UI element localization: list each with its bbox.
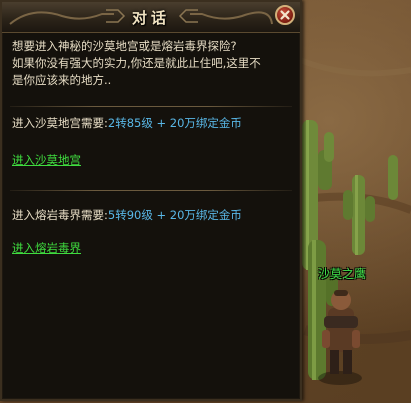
enter-sha-mo-link[interactable]: 进入沙莫地宫 <box>12 152 81 168</box>
requirement-value: 2转85级 + 20万绑定金币 <box>107 116 242 130</box>
dialog-intro: 想要进入神秘的沙莫地宫或是熔岩毒界探险? 如果你没有强大的实力,你还是就此止住吧… <box>12 38 292 89</box>
close-icon <box>280 10 290 20</box>
intro-text-line: 想要进入神秘的沙莫地宫或是熔岩毒界探险? <box>12 39 237 53</box>
npc-name-label[interactable]: 沙莫之鹰 <box>318 265 366 282</box>
cactus-icon <box>388 155 398 200</box>
dialog-title: 对话 <box>131 9 170 27</box>
dialog-title-bar[interactable]: 对话 <box>2 2 300 33</box>
close-button[interactable] <box>275 5 295 25</box>
divider <box>10 106 292 107</box>
intro-text-line: 如果你没有强大的实力,你还是就此止住吧,这里不 <box>12 56 261 70</box>
requirement-label: 进入熔岩毒界需要: <box>12 208 108 222</box>
divider <box>10 190 292 191</box>
enter-rong-yan-link[interactable]: 进入熔岩毒界 <box>12 240 81 256</box>
cactus-icon <box>343 175 375 255</box>
intro-text-line: 是你应该来的地方.. <box>12 73 112 87</box>
requirement-label: 进入沙莫地宫需要: <box>12 116 108 130</box>
requirement-rong-yan: 进入熔岩毒界需要:5转90级 + 20万绑定金币 <box>12 207 242 223</box>
requirement-value: 5转90级 + 20万绑定金币 <box>107 208 242 222</box>
requirement-sha-mo: 进入沙莫地宫需要:2转85级 + 20万绑定金币 <box>12 115 242 131</box>
dialog-window: 对话 想要进入神秘的沙莫地宫或是熔岩毒界探险? 如果你没有强大的实力,你还是就此… <box>0 0 302 401</box>
